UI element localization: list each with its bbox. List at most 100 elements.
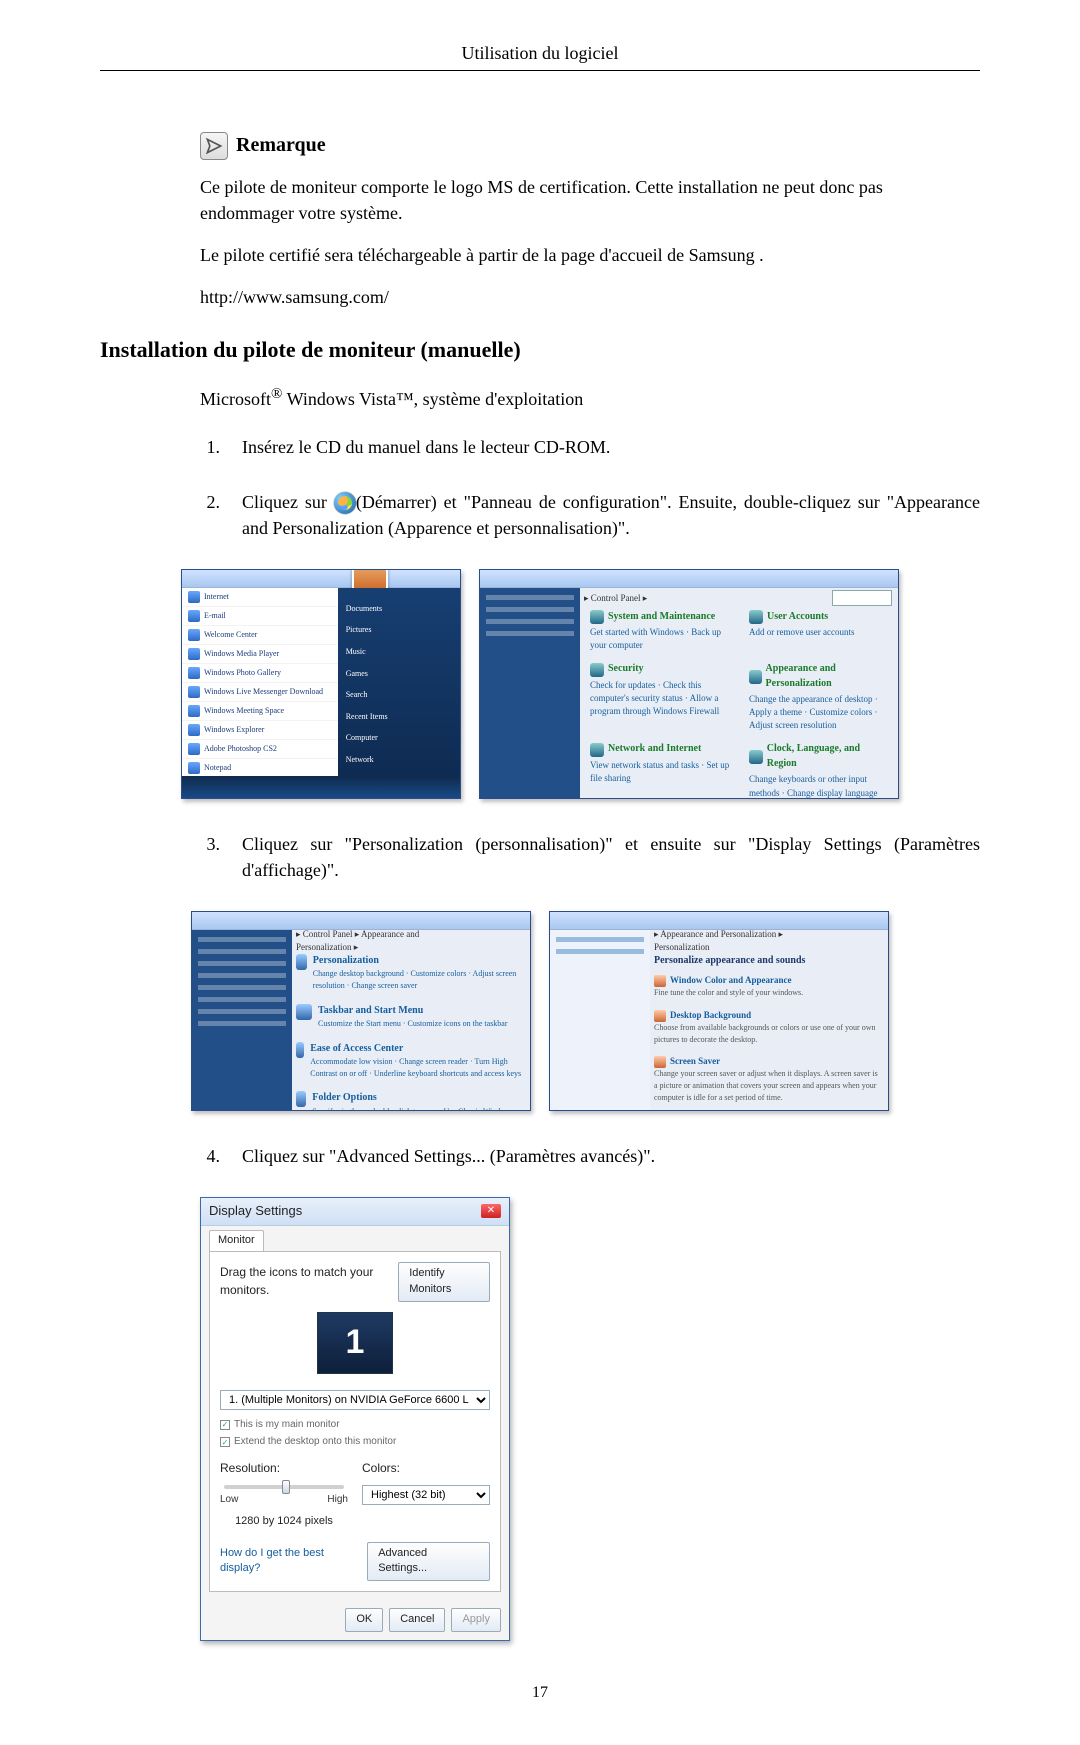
start-menu-right-item[interactable]: Games bbox=[338, 663, 460, 685]
category-icon bbox=[590, 663, 604, 677]
app-icon bbox=[188, 648, 200, 660]
os-prefix: Microsoft bbox=[200, 389, 271, 409]
start-menu-item-label: Windows Explorer bbox=[204, 724, 264, 736]
screenshot-start-menu: InternetE-mail Welcome Center Windows Medi… bbox=[181, 569, 461, 799]
extend-desktop-checkbox[interactable]: ✓Extend the desktop onto this monitor bbox=[220, 1435, 490, 1450]
start-menu-right-item[interactable]: Network bbox=[338, 749, 460, 771]
category-title: System and Maintenance bbox=[608, 610, 715, 625]
remark-url: http://www.samsung.com/ bbox=[200, 284, 980, 310]
header-rule bbox=[100, 70, 980, 71]
dialog-titlebar: Display Settings ✕ bbox=[201, 1198, 509, 1226]
category-icon bbox=[590, 743, 604, 757]
category-sub: Add or remove user accounts bbox=[749, 626, 890, 639]
main-monitor-checkbox[interactable]: ✓This is my main monitor bbox=[220, 1418, 490, 1433]
start-menu-item[interactable]: E-mail bbox=[182, 607, 338, 626]
step-2-a: Cliquez sur bbox=[242, 492, 334, 512]
personalization-item[interactable]: Window Color and AppearanceFine tune the… bbox=[654, 974, 880, 999]
start-menu-item-label: Adobe Photoshop CS2 bbox=[204, 743, 277, 755]
display-settings-dialog: Display Settings ✕ Monitor Drag the icon… bbox=[200, 1197, 510, 1641]
start-menu-item-label: Windows Meeting Space bbox=[204, 705, 284, 717]
start-menu-right-item[interactable] bbox=[338, 588, 460, 598]
step-3-text: Cliquez sur "Personalization (personnali… bbox=[242, 831, 980, 883]
item-desc: Change your screen saver or adjust when … bbox=[654, 1068, 880, 1103]
start-menu-item[interactable]: Windows Meeting Space bbox=[182, 702, 338, 721]
start-menu-item[interactable]: Windows Media Player bbox=[182, 645, 338, 664]
appearance-link[interactable]: Taskbar and Start MenuCustomize the Star… bbox=[296, 1004, 522, 1030]
step-4-num: 4. bbox=[200, 1143, 220, 1169]
start-menu-item-label: Notepad bbox=[204, 762, 231, 774]
screenshot-row-2: ▸ Control Panel ▸ Appearance and Persona… bbox=[100, 911, 980, 1111]
monitor-preview[interactable]: 1 bbox=[317, 1312, 393, 1374]
start-menu-item[interactable]: Windows Live Messenger Download bbox=[182, 683, 338, 702]
drag-text: Drag the icons to match your monitors. bbox=[220, 1264, 398, 1299]
app-icon bbox=[188, 591, 200, 603]
start-menu-right-item[interactable]: Search bbox=[338, 684, 460, 706]
app-icon bbox=[188, 762, 200, 774]
pe-items: Personalize appearance and sounds Window … bbox=[654, 954, 880, 1102]
ap-links: PersonalizationChange desktop background… bbox=[296, 954, 522, 1102]
start-menu-right-item[interactable]: Computer bbox=[338, 727, 460, 749]
cp-category[interactable]: SecurityCheck for updates · Check this c… bbox=[590, 662, 731, 732]
slider-high: High bbox=[327, 1493, 348, 1508]
cp-category[interactable]: Clock, Language, and RegionChange keyboa… bbox=[749, 742, 890, 798]
close-icon[interactable]: ✕ bbox=[481, 1204, 501, 1218]
remark-label: Remarque bbox=[236, 131, 326, 160]
link-title: Taskbar and Start Menu bbox=[318, 1004, 508, 1019]
start-menu-item-label: Windows Media Player bbox=[204, 648, 279, 660]
resolution-value: 1280 by 1024 pixels bbox=[220, 1514, 348, 1530]
titlebar bbox=[480, 570, 898, 588]
step-1-num: 1. bbox=[200, 434, 220, 460]
start-menu-item[interactable]: Windows Photo Gallery bbox=[182, 664, 338, 683]
page-number: 17 bbox=[100, 1681, 980, 1704]
personalization-item[interactable]: Desktop BackgroundChoose from available … bbox=[654, 1009, 880, 1045]
start-menu-right-item[interactable]: Recent Items bbox=[338, 706, 460, 728]
link-icon bbox=[296, 1042, 304, 1058]
cp-category[interactable]: User AccountsAdd or remove user accounts bbox=[749, 610, 890, 653]
identify-monitors-button[interactable]: Identify Monitors bbox=[398, 1262, 490, 1302]
category-icon bbox=[749, 750, 763, 764]
resolution-slider[interactable] bbox=[224, 1485, 344, 1489]
cp-category[interactable]: Network and InternetView network status … bbox=[590, 742, 731, 798]
colors-select[interactable]: Highest (32 bit) bbox=[362, 1485, 490, 1505]
ok-button[interactable]: OK bbox=[345, 1608, 383, 1632]
cp-category[interactable]: System and MaintenanceGet started with W… bbox=[590, 610, 731, 653]
monitor-select[interactable]: 1. (Multiple Monitors) on NVIDIA GeForce… bbox=[220, 1390, 490, 1410]
start-menu-item[interactable]: Windows Explorer bbox=[182, 721, 338, 740]
cancel-button[interactable]: Cancel bbox=[389, 1608, 445, 1632]
start-menu-item-label: Windows Live Messenger Download bbox=[204, 686, 323, 698]
start-menu-item-label: Welcome Center bbox=[204, 629, 257, 641]
start-menu-right-item[interactable]: Music bbox=[338, 641, 460, 663]
category-icon bbox=[749, 670, 762, 684]
apply-button[interactable]: Apply bbox=[451, 1608, 501, 1632]
personalization-item[interactable]: Screen SaverChange your screen saver or … bbox=[654, 1055, 880, 1103]
taskbar bbox=[182, 776, 460, 798]
screenshot-personalization: ▸ Appearance and Personalization ▸ Perso… bbox=[549, 911, 889, 1111]
step-4-text: Cliquez sur "Advanced Settings... (Param… bbox=[242, 1143, 980, 1169]
help-link[interactable]: How do I get the best display? bbox=[220, 1546, 367, 1578]
appearance-link[interactable]: Ease of Access CenterAccommodate low vis… bbox=[296, 1042, 522, 1080]
page-header: Utilisation du logiciel bbox=[100, 40, 980, 66]
start-menu-item[interactable]: Adobe Photoshop CS2 bbox=[182, 740, 338, 759]
tab-monitor[interactable]: Monitor bbox=[209, 1230, 264, 1251]
item-icon bbox=[654, 1056, 666, 1068]
chk1-label: This is my main monitor bbox=[234, 1418, 340, 1433]
category-icon bbox=[749, 610, 763, 624]
resolution-label: Resolution: bbox=[220, 1460, 348, 1477]
link-sub: Specify single- or double-click to open … bbox=[312, 1106, 522, 1111]
personalization-heading: Personalize appearance and sounds bbox=[654, 954, 880, 969]
appearance-link[interactable]: Folder OptionsSpecify single- or double-… bbox=[296, 1091, 522, 1111]
item-title: Screen Saver bbox=[670, 1055, 720, 1068]
link-sub: Accommodate low vision · Change screen r… bbox=[310, 1056, 522, 1079]
cp-category[interactable]: Appearance and PersonalizationChange the… bbox=[749, 662, 890, 732]
start-menu-item[interactable]: Internet bbox=[182, 588, 338, 607]
appearance-link[interactable]: PersonalizationChange desktop background… bbox=[296, 954, 522, 992]
ap-sidebar bbox=[192, 930, 292, 1110]
advanced-settings-button[interactable]: Advanced Settings... bbox=[367, 1542, 490, 1582]
start-menu-right-item[interactable]: Documents bbox=[338, 598, 460, 620]
app-icon bbox=[188, 686, 200, 698]
start-menu-right-item[interactable]: Pictures bbox=[338, 619, 460, 641]
screenshot-control-panel: ▸ Control Panel ▸ System and Maintenance… bbox=[479, 569, 899, 799]
category-sub: Change keyboards or other input methods … bbox=[749, 773, 890, 798]
start-menu-item[interactable]: Welcome Center bbox=[182, 626, 338, 645]
category-title: Security bbox=[608, 662, 644, 677]
